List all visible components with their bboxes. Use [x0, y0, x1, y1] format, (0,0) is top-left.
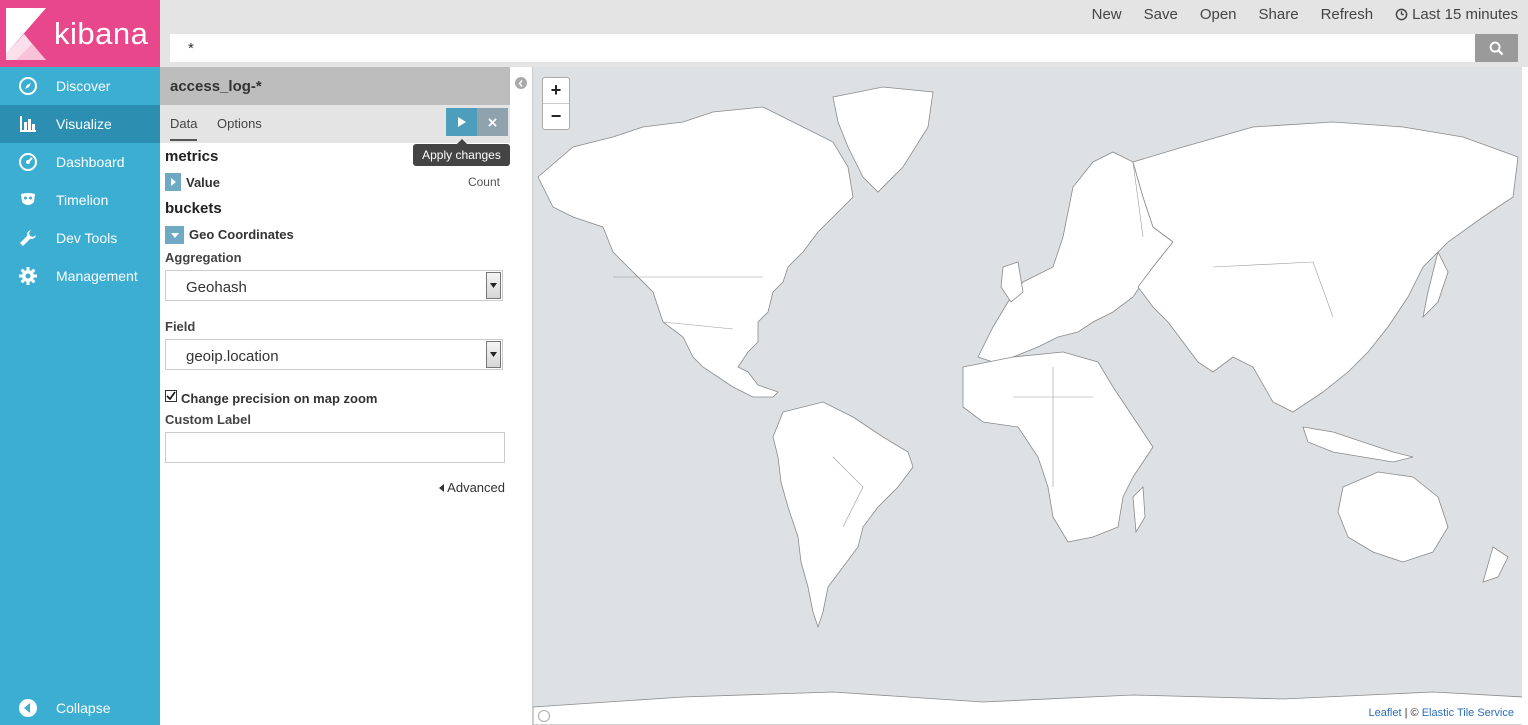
chevron-down-icon	[486, 341, 501, 368]
zoom-out-button[interactable]: −	[543, 104, 569, 130]
discard-changes-button[interactable]	[477, 108, 508, 136]
bar-chart-icon	[17, 113, 39, 135]
landmass-africa	[962, 351, 1154, 543]
sidebar-item-label: Discover	[56, 78, 111, 94]
vis-editor-sidebar: access_log-* Data Options Apply changes …	[160, 67, 510, 725]
apply-changes-tooltip: Apply changes	[413, 139, 510, 166]
collapse-label: Collapse	[56, 700, 111, 716]
tab-options[interactable]: Options	[217, 116, 262, 131]
aggregation-select[interactable]: Geohash	[165, 270, 503, 301]
collapse-editor-button[interactable]	[515, 77, 527, 89]
top-nav: New Save Open Share Refresh Last 15 minu…	[160, 0, 1528, 28]
collapse-button[interactable]: Collapse	[0, 691, 160, 725]
play-icon	[457, 117, 466, 127]
zoom-control: + −	[542, 77, 570, 130]
tab-data[interactable]: Data	[170, 116, 198, 141]
new-button[interactable]: New	[1092, 6, 1122, 23]
metric-expand-toggle[interactable]	[165, 173, 181, 191]
map-legend-icon[interactable]	[538, 710, 550, 722]
mask-icon	[17, 189, 39, 211]
share-button[interactable]: Share	[1259, 6, 1299, 23]
sidebar-item-timelion[interactable]: Timelion	[0, 181, 160, 219]
field-value: geoip.location	[186, 348, 279, 365]
sidebar-item-visualize[interactable]: Visualize	[0, 105, 160, 143]
time-picker[interactable]: Last 15 minutes	[1395, 6, 1518, 23]
wrench-icon	[17, 227, 39, 249]
clock-icon	[1395, 8, 1408, 20]
sidebar-item-management[interactable]: Management	[0, 257, 160, 295]
kibana-logo-icon	[6, 7, 46, 60]
tile-map[interactable]: + − Leaflet | © Elastic Tile Service	[532, 67, 1522, 725]
sidebar: kibana Discover Visualize Dashboard Time…	[0, 0, 160, 725]
precision-checkbox[interactable]	[165, 390, 177, 402]
landmass-indonesia	[1302, 426, 1414, 463]
chevron-left-circle-icon	[17, 697, 39, 719]
landmass-new-zealand	[1482, 546, 1509, 583]
chevron-right-icon	[171, 178, 176, 186]
search-input[interactable]	[170, 34, 1475, 62]
brand-name: kibana	[54, 15, 149, 51]
search-icon	[1489, 41, 1504, 55]
aggregation-value: Geohash	[186, 279, 247, 296]
save-button[interactable]: Save	[1144, 6, 1178, 23]
close-icon	[488, 117, 497, 127]
custom-label-label: Custom Label	[165, 412, 251, 427]
bucket-collapse-toggle[interactable]	[165, 226, 184, 244]
time-picker-label: Last 15 minutes	[1412, 5, 1518, 23]
caret-left-icon	[439, 484, 445, 492]
checkmark-icon	[166, 391, 176, 401]
editor-divider	[510, 67, 532, 725]
metric-type: Count	[467, 175, 500, 189]
world-map-tiles	[533, 86, 1522, 725]
landmass-asia	[1132, 121, 1519, 413]
aggregation-label: Aggregation	[165, 250, 242, 265]
chevron-down-icon	[486, 272, 501, 299]
right-edge	[1522, 67, 1528, 725]
apply-changes-button[interactable]	[446, 108, 477, 136]
metrics-title: metrics	[165, 148, 219, 165]
custom-label-input[interactable]	[165, 432, 505, 463]
leaflet-link[interactable]: Leaflet	[1369, 707, 1402, 719]
gauge-icon	[17, 151, 39, 173]
search-button[interactable]	[1475, 34, 1518, 62]
sidebar-item-dev-tools[interactable]: Dev Tools	[0, 219, 160, 257]
sidebar-item-label: Dashboard	[56, 154, 125, 170]
advanced-label: Advanced	[447, 480, 505, 495]
index-pattern-title: access_log-*	[160, 67, 510, 105]
zoom-in-button[interactable]: +	[543, 78, 569, 104]
chevron-left-icon	[518, 79, 523, 87]
landmass-australia	[1337, 471, 1449, 563]
buckets-title: buckets	[165, 200, 222, 217]
bucket-label: Geo Coordinates	[189, 227, 294, 242]
gear-icon	[17, 265, 39, 287]
landmass-north-america	[537, 106, 854, 398]
advanced-toggle[interactable]: Advanced	[439, 480, 505, 495]
landmass-madagascar	[1132, 486, 1146, 534]
precision-label: Change precision on map zoom	[181, 391, 378, 406]
sidebar-item-label: Visualize	[56, 116, 112, 132]
kibana-logo[interactable]: kibana	[0, 0, 160, 67]
sidebar-item-label: Dev Tools	[56, 230, 118, 246]
query-bar	[160, 28, 1528, 67]
chevron-down-icon	[170, 233, 179, 238]
elastic-tile-service-link[interactable]: Elastic Tile Service	[1422, 707, 1514, 719]
sidebar-item-label: Management	[56, 268, 138, 284]
sidebar-item-discover[interactable]: Discover	[0, 67, 160, 105]
attribution-separator: | ©	[1401, 707, 1422, 719]
map-attribution: Leaflet | © Elastic Tile Service	[1369, 707, 1514, 719]
field-label: Field	[165, 319, 196, 334]
landmass-south-america	[772, 401, 914, 629]
field-select[interactable]: geoip.location	[165, 339, 503, 370]
editor-tabs: Data Options	[160, 105, 510, 143]
sidebar-item-dashboard[interactable]: Dashboard	[0, 143, 160, 181]
compass-icon	[17, 75, 39, 97]
metric-label: Value	[186, 175, 220, 190]
refresh-button[interactable]: Refresh	[1321, 6, 1374, 23]
sidebar-item-label: Timelion	[56, 192, 109, 208]
open-button[interactable]: Open	[1200, 6, 1237, 23]
